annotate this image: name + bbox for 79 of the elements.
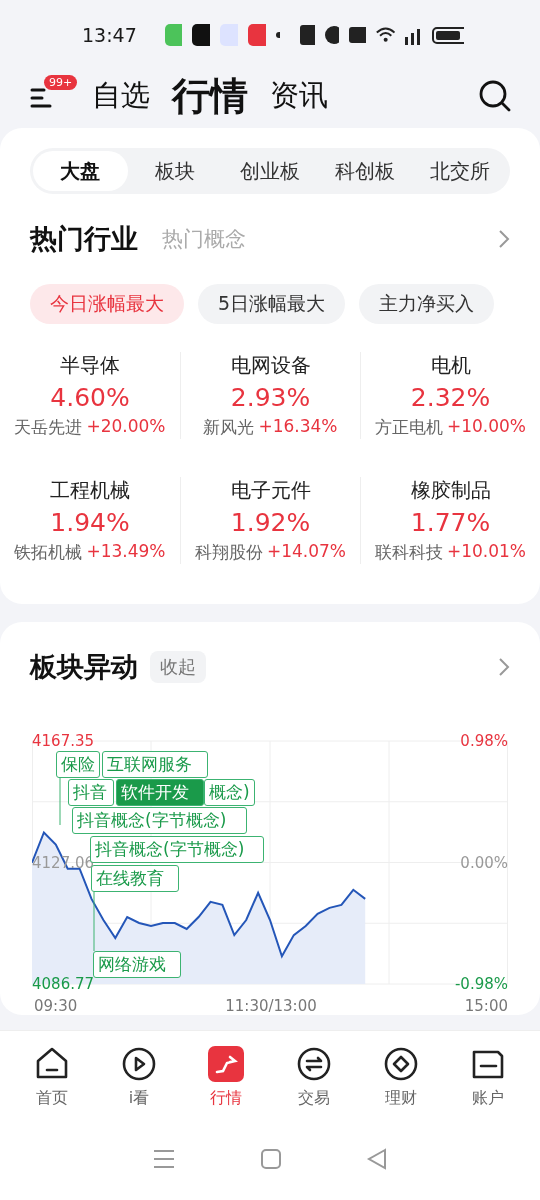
section-tab[interactable]: 热门行业 <box>30 221 138 257</box>
leader-change: +10.00% <box>446 416 527 438</box>
leader-stock: 科翔股份 <box>194 541 263 564</box>
axis-label: 4167.35 <box>32 732 95 750</box>
app-icon <box>192 24 211 46</box>
market-tab[interactable]: 创业板 <box>222 151 318 191</box>
sector-tag[interactable]: 概念) <box>204 779 255 806</box>
filter-chip[interactable]: 今日涨幅最大 <box>30 284 184 324</box>
industry-name[interactable]: 电网设备 <box>230 352 311 379</box>
axis-label: 4086.77 <box>32 975 95 993</box>
leader-line <box>59 776 61 826</box>
filter-chip[interactable]: 5日涨幅最大 <box>198 284 346 324</box>
market-tab[interactable]: 板块 <box>127 151 223 191</box>
home-button-icon[interactable] <box>260 1148 282 1170</box>
header-tab[interactable]: 自选 <box>92 76 150 116</box>
axis-label: 0.98% <box>460 732 508 750</box>
axis-label: 15:00 <box>464 997 508 1015</box>
leader-stock: 新风光 <box>203 416 255 439</box>
axis-label: 11:30/13:00 <box>225 997 317 1015</box>
wifi-icon <box>375 25 395 45</box>
battery-icon <box>431 26 464 44</box>
market-tab[interactable]: 科创板 <box>317 151 413 191</box>
chevron-icon[interactable] <box>498 657 510 677</box>
nav-tab[interactable]: i看 <box>104 1045 174 1110</box>
axis-label: 09:30 <box>34 997 78 1015</box>
nav-tab[interactable]: 账户 <box>453 1045 524 1110</box>
leader-line <box>93 891 95 952</box>
industry-name[interactable]: 电子元件 <box>230 477 311 504</box>
status-time: 13:47 <box>82 24 137 46</box>
leader-change: +14.07% <box>266 541 347 563</box>
sector-tag[interactable]: 互联网服务 <box>102 751 208 778</box>
leader-stock: 方正电机 <box>374 416 443 439</box>
axis-label: 0.00% <box>460 853 508 872</box>
sector-tag[interactable]: 抖音 <box>68 779 114 806</box>
header-tab[interactable]: 资讯 <box>270 76 328 116</box>
industry-name[interactable]: 半导体 <box>60 352 120 379</box>
search-icon[interactable] <box>478 79 512 113</box>
sector-tag[interactable]: 网络游戏 <box>93 951 181 978</box>
exchange-icon <box>295 1046 332 1082</box>
leader-change: +16.34% <box>258 416 338 438</box>
industry-change: 1.94% <box>50 508 130 537</box>
header-tab[interactable]: 行情 <box>172 70 248 122</box>
sector-tag[interactable]: 在线教育 <box>91 865 179 892</box>
leader-change: +20.00% <box>86 416 166 438</box>
app-icon <box>247 24 266 46</box>
chevron-icon[interactable] <box>498 229 510 249</box>
nav-tab[interactable]: 首页 <box>16 1045 87 1110</box>
leader-stock: 铁拓机械 <box>14 541 83 564</box>
sector-tag[interactable]: 抖音概念(字节概念) <box>90 836 264 863</box>
leader-stock: 天岳先进 <box>14 416 83 439</box>
industry-name[interactable]: 电机 <box>430 352 471 379</box>
axis-label: -0.98% <box>454 975 508 993</box>
leader-change: +13.49% <box>86 541 166 563</box>
trend-icon <box>208 1046 245 1082</box>
market-tab[interactable]: 大盘 <box>33 151 128 191</box>
industry-change: 1.92% <box>230 508 311 537</box>
nav-tab[interactable]: 理财 <box>365 1045 436 1110</box>
app-icon <box>164 24 183 46</box>
menu-icon[interactable] <box>30 87 52 109</box>
leader-stock: 联科科技 <box>374 541 443 564</box>
industry-change: 4.60% <box>50 383 130 412</box>
sector-tag[interactable]: 保险 <box>56 751 100 778</box>
notification-badge: 99+ <box>44 75 78 90</box>
play-icon <box>121 1046 157 1082</box>
back-icon[interactable] <box>366 1148 388 1170</box>
section-title: 板块异动 <box>30 650 138 684</box>
market-tab[interactable]: 北交所 <box>412 151 507 191</box>
sector-tag[interactable]: 软件开发 <box>116 779 204 806</box>
nav-tab[interactable]: 行情 <box>191 1045 262 1110</box>
filter-chip[interactable]: 主力净买入 <box>359 284 495 324</box>
industry-change: 2.93% <box>230 383 311 412</box>
collapse-toggle[interactable]: 收起 <box>150 651 206 683</box>
leader-change: +10.01% <box>446 541 527 563</box>
industry-change: 2.32% <box>410 383 491 412</box>
sector-tag[interactable]: 抖音概念(字节概念) <box>72 807 247 834</box>
industry-name[interactable]: 工程机械 <box>50 477 130 504</box>
nav-tab[interactable]: 交易 <box>278 1045 349 1110</box>
industry-name[interactable]: 橡胶制品 <box>410 477 491 504</box>
industry-change: 1.77% <box>410 508 491 537</box>
